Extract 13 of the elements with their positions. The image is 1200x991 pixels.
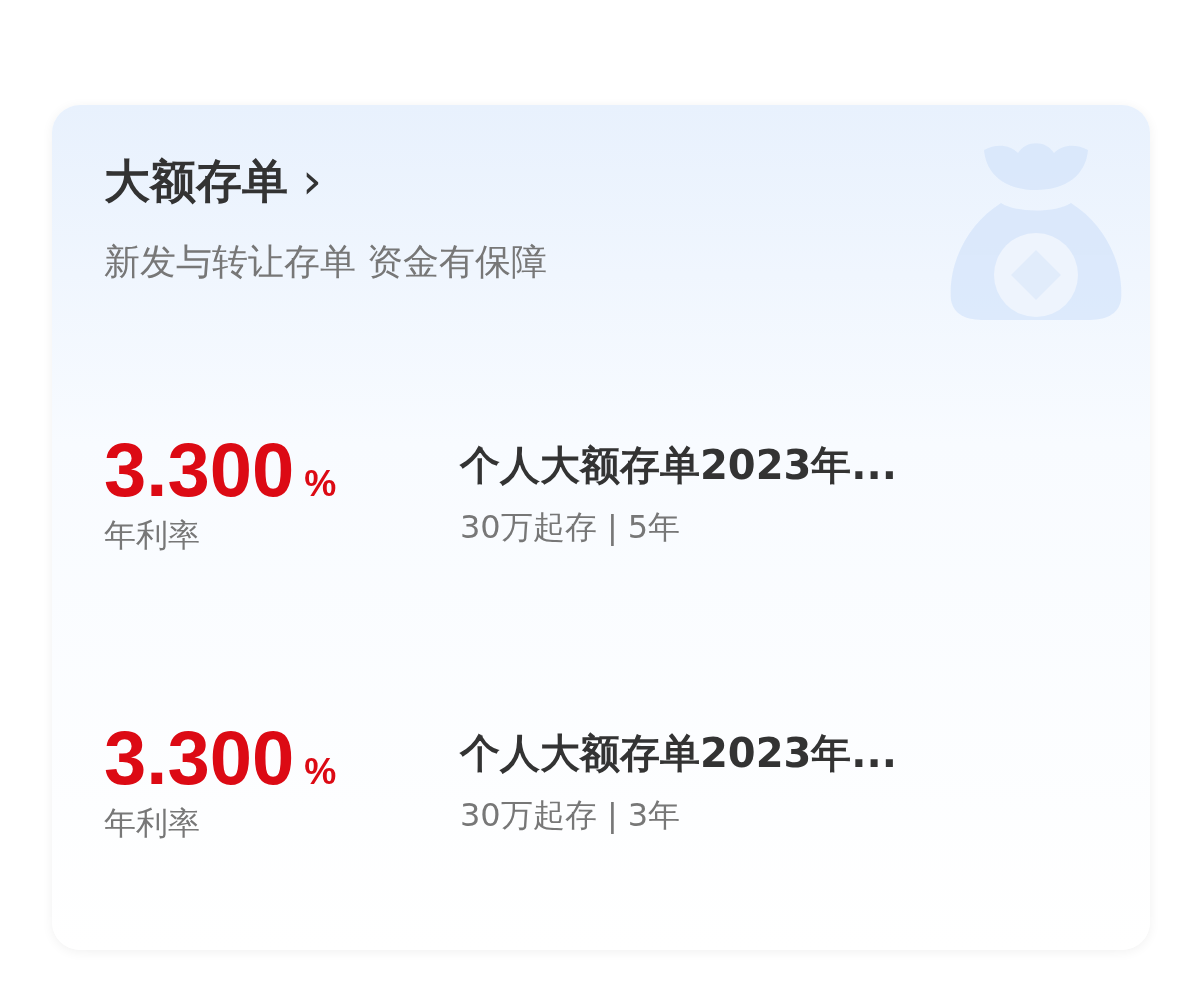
rate-label: 年利率	[104, 515, 201, 555]
product-name[interactable]: 个人大额存单2023年...	[460, 723, 897, 783]
card-title[interactable]: 大额存单	[104, 153, 288, 209]
product-detail: 30万起存 | 5年	[460, 507, 682, 547]
interest-rate: 3.300	[104, 435, 295, 505]
card-subtitle: 新发与转让存单 资金有保障	[104, 240, 549, 284]
percent-sign: %	[304, 464, 337, 504]
percent-sign: %	[304, 752, 337, 792]
product-name[interactable]: 个人大额存单2023年...	[460, 435, 897, 495]
chevron-icon[interactable]: ›	[302, 153, 322, 209]
product-detail: 30万起存 | 3年	[460, 795, 682, 835]
interest-rate: 3.300	[104, 723, 295, 793]
rate-label: 年利率	[104, 803, 201, 843]
